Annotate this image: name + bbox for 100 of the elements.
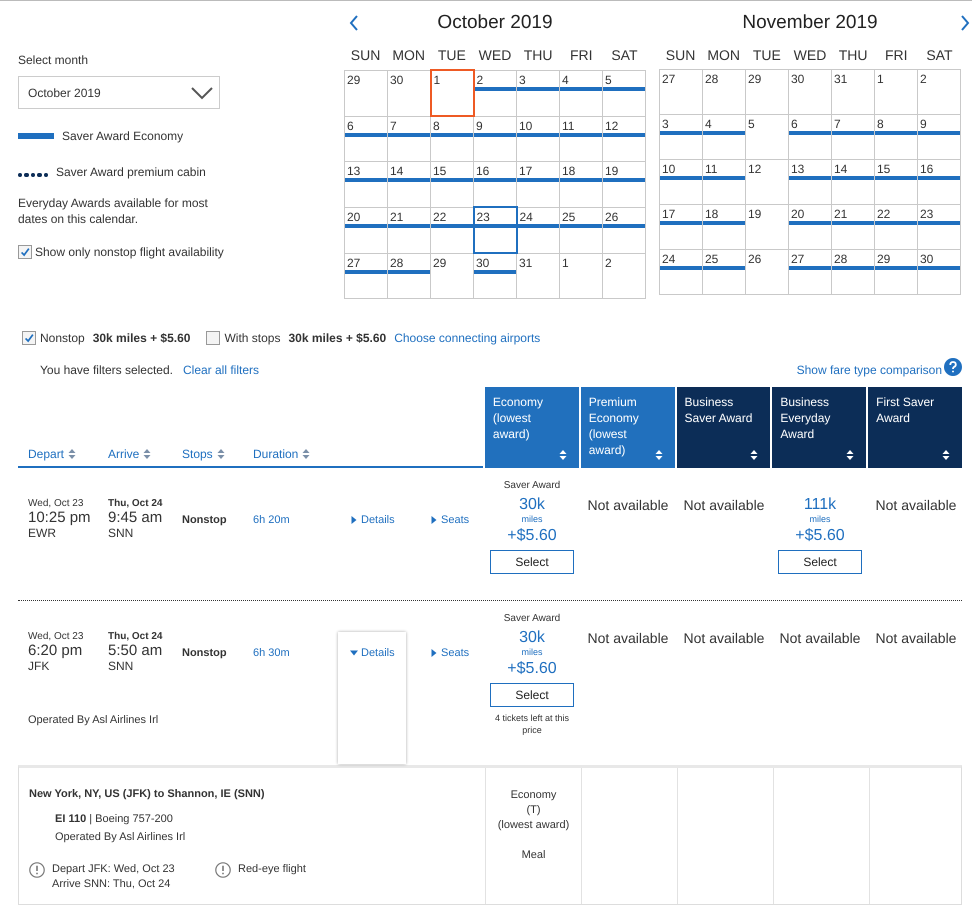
calendar-day[interactable]: 17 bbox=[516, 162, 560, 207]
calendar-day[interactable]: 9 bbox=[474, 116, 516, 162]
calendar-day[interactable]: 29 bbox=[430, 253, 474, 298]
fare-column-header[interactable]: Business Everyday Award bbox=[772, 387, 866, 468]
select-button[interactable]: Select bbox=[490, 683, 574, 707]
calendar-day[interactable]: 31 bbox=[516, 253, 560, 298]
calendar-day[interactable]: 30 bbox=[474, 253, 516, 298]
stops-text: Nonstop bbox=[182, 514, 228, 526]
calendar-day[interactable]: 13 bbox=[788, 160, 832, 204]
calendar-day[interactable]: 20 bbox=[788, 204, 832, 250]
calendar-day[interactable]: 4 bbox=[560, 70, 602, 116]
calendar-day[interactable]: 29 bbox=[874, 250, 918, 294]
sort-header[interactable]: Stops bbox=[182, 447, 253, 461]
calendar-day[interactable]: 30 bbox=[788, 70, 832, 114]
calendar-day[interactable]: 28 bbox=[832, 250, 874, 294]
calendar-day[interactable]: 16 bbox=[918, 160, 960, 204]
miles-amount: 30k bbox=[519, 628, 545, 647]
calendar-day[interactable]: 29 bbox=[746, 70, 788, 114]
calendar-day[interactable]: 28 bbox=[388, 253, 430, 298]
calendar-day[interactable]: 10 bbox=[660, 160, 702, 204]
calendar-day[interactable]: 8 bbox=[430, 116, 474, 162]
calendar-day[interactable]: 22 bbox=[874, 204, 918, 250]
month-select[interactable]: October 2019 bbox=[18, 76, 220, 109]
calendar-day[interactable]: 27 bbox=[344, 253, 388, 298]
calendar-day[interactable]: 5 bbox=[602, 70, 646, 116]
calendar-day[interactable]: 5 bbox=[746, 114, 788, 160]
chevron-left-icon[interactable] bbox=[348, 15, 360, 31]
chevron-right-icon[interactable] bbox=[959, 15, 971, 31]
calendar-day[interactable]: 25 bbox=[702, 250, 746, 294]
fare-column-header[interactable]: Premium Economy (lowest award) bbox=[580, 387, 675, 468]
calendar-day[interactable]: 2 bbox=[474, 70, 516, 116]
calendar-day[interactable]: 10 bbox=[516, 116, 560, 162]
calendar-day[interactable]: 6 bbox=[344, 116, 388, 162]
calendar-day[interactable]: 2 bbox=[918, 70, 960, 114]
calendar-day[interactable]: 3 bbox=[660, 114, 702, 160]
fare-column-header[interactable]: Business Saver Award bbox=[676, 387, 770, 468]
calendar-day[interactable]: 25 bbox=[560, 207, 602, 253]
calendar-day[interactable]: 14 bbox=[832, 160, 874, 204]
operator-text: Operated By Asl Airlines Irl bbox=[28, 714, 160, 726]
calendar-day[interactable]: 28 bbox=[702, 70, 746, 114]
sort-header[interactable]: Arrive bbox=[108, 447, 182, 461]
calendar-day[interactable]: 2 bbox=[602, 253, 646, 298]
sort-header[interactable]: Duration bbox=[253, 447, 338, 461]
sort-icon bbox=[942, 450, 950, 460]
checkbox[interactable] bbox=[22, 331, 36, 345]
calendar-day[interactable]: 19 bbox=[602, 162, 646, 207]
details-link[interactable]: Details bbox=[350, 514, 395, 526]
seats-link[interactable]: Seats bbox=[430, 647, 470, 659]
calendar-day[interactable]: 1 bbox=[560, 253, 602, 298]
calendar-day[interactable]: 23 bbox=[474, 207, 516, 253]
checkbox[interactable] bbox=[206, 331, 220, 345]
sort-header[interactable]: Depart bbox=[28, 447, 108, 461]
calendar-day[interactable]: 27 bbox=[788, 250, 832, 294]
calendar-day[interactable]: 18 bbox=[560, 162, 602, 207]
calendar-day[interactable]: 9 bbox=[918, 114, 960, 160]
calendar-day[interactable]: 15 bbox=[430, 162, 474, 207]
calendar-day[interactable]: 13 bbox=[344, 162, 388, 207]
connecting-airports-link[interactable]: Choose connecting airports bbox=[394, 331, 540, 345]
calendar-day[interactable]: 18 bbox=[702, 204, 746, 250]
calendar-day[interactable]: 21 bbox=[388, 207, 430, 253]
seats-link[interactable]: Seats bbox=[430, 514, 470, 526]
calendar-day[interactable]: 14 bbox=[388, 162, 430, 207]
fare-comparison-link[interactable]: Show fare type comparison bbox=[796, 363, 942, 377]
calendar-day[interactable]: 6 bbox=[788, 114, 832, 160]
calendar-day[interactable]: 1 bbox=[430, 70, 474, 116]
calendar-day[interactable]: 21 bbox=[832, 204, 874, 250]
calendar-day[interactable]: 29 bbox=[344, 70, 388, 116]
calendar-day[interactable]: 31 bbox=[832, 70, 874, 114]
details-link[interactable]: Details bbox=[350, 647, 395, 659]
calendar-day[interactable]: 7 bbox=[832, 114, 874, 160]
fare-column-header[interactable]: Economy (lowest award) bbox=[484, 387, 579, 468]
calendar-day[interactable]: 7 bbox=[388, 116, 430, 162]
select-button[interactable]: Select bbox=[778, 550, 862, 574]
clear-filters-link[interactable]: Clear all filters bbox=[182, 363, 260, 377]
calendar-day[interactable]: 17 bbox=[660, 204, 702, 250]
calendar-day[interactable]: 24 bbox=[660, 250, 702, 294]
calendar-day[interactable]: 19 bbox=[746, 204, 788, 250]
calendar-day[interactable]: 20 bbox=[344, 207, 388, 253]
calendar-day[interactable]: 23 bbox=[918, 204, 960, 250]
calendar-day[interactable]: 4 bbox=[702, 114, 746, 160]
calendar-day[interactable]: 30 bbox=[918, 250, 960, 294]
calendar-day[interactable]: 26 bbox=[602, 207, 646, 253]
calendar-day[interactable]: 12 bbox=[602, 116, 646, 162]
flight-info: EI 110 | Boeing 757-200 bbox=[55, 813, 174, 825]
calendar-day[interactable]: 24 bbox=[516, 207, 560, 253]
calendar-day[interactable]: 1 bbox=[874, 70, 918, 114]
calendar-day[interactable]: 16 bbox=[474, 162, 516, 207]
calendar-day[interactable]: 11 bbox=[560, 116, 602, 162]
fare-column-header[interactable]: First Saver Award bbox=[868, 387, 962, 468]
checkbox[interactable] bbox=[18, 245, 32, 259]
calendar-day[interactable]: 8 bbox=[874, 114, 918, 160]
calendar-day[interactable]: 11 bbox=[702, 160, 746, 204]
calendar-day[interactable]: 15 bbox=[874, 160, 918, 204]
calendar-day[interactable]: 30 bbox=[388, 70, 430, 116]
miles-amount: 30k bbox=[519, 495, 545, 514]
calendar-day[interactable]: 26 bbox=[746, 250, 788, 294]
calendar-day[interactable]: 3 bbox=[516, 70, 560, 116]
calendar-day[interactable]: 27 bbox=[660, 70, 702, 114]
calendar-day[interactable]: 12 bbox=[746, 160, 788, 204]
select-button[interactable]: Select bbox=[490, 550, 574, 574]
